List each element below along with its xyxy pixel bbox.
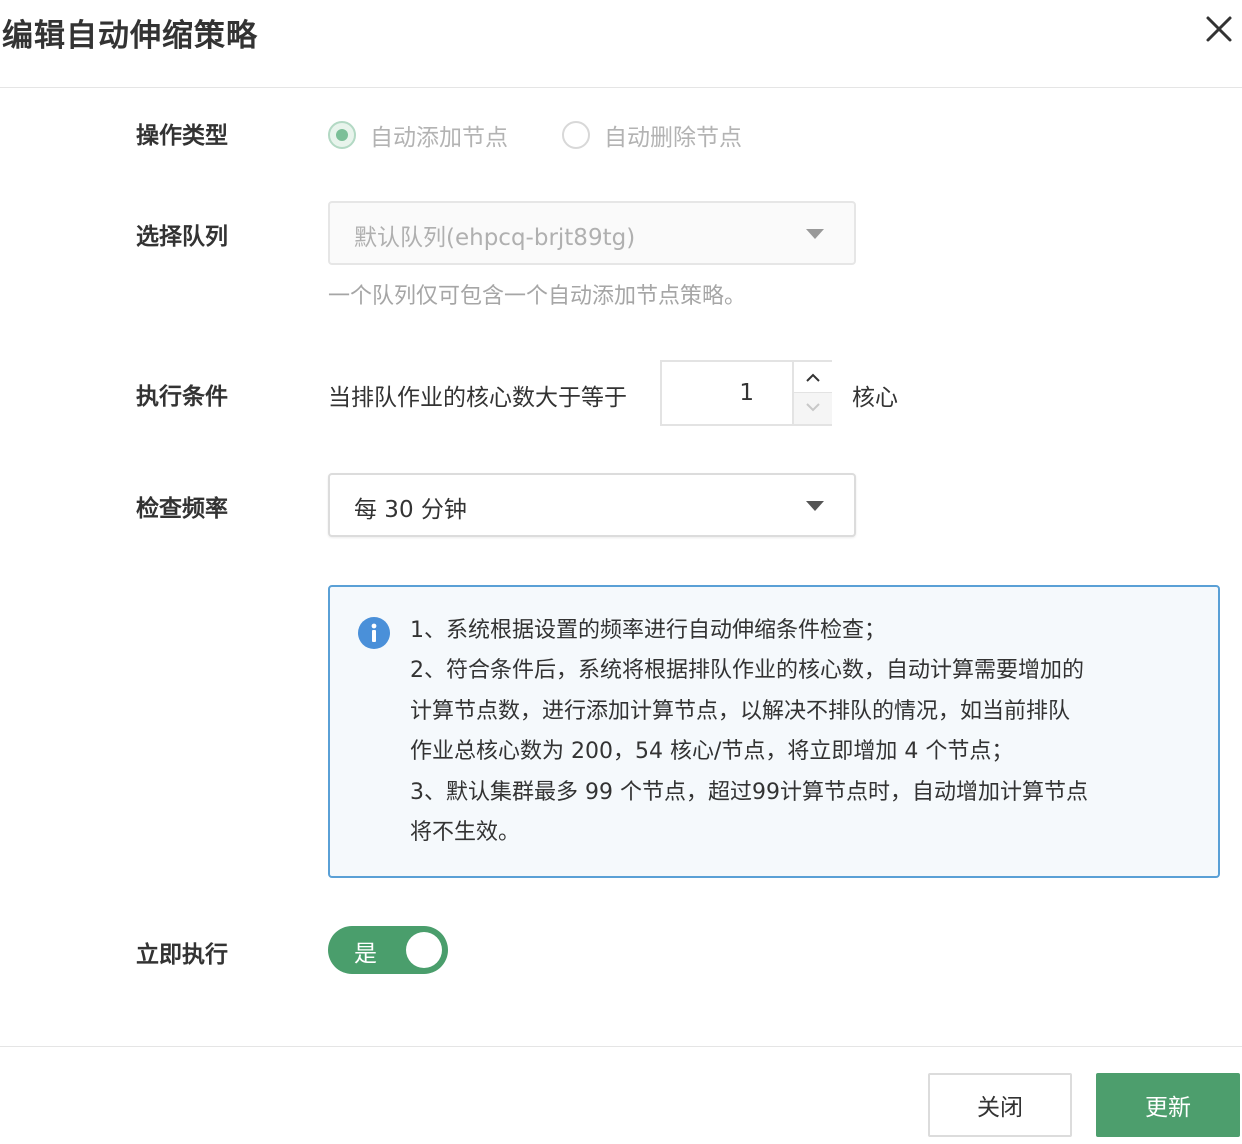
radio-auto-delete-label: 自动删除节点 <box>604 125 742 151</box>
info-line: 将不生效。 <box>410 820 521 846</box>
frequency-select[interactable]: 每 30 分钟 <box>328 473 856 537</box>
condition-prefix: 当排队作业的核心数大于等于 <box>328 385 627 411</box>
info-icon <box>358 617 390 649</box>
operation-type-label: 操作类型 <box>136 123 228 149</box>
radio-checked-icon <box>328 121 356 149</box>
core-count-input[interactable] <box>662 362 792 424</box>
info-line: 计算节点数，进行添加计算节点，以解决不排队的情况，如当前排队 <box>410 698 1071 724</box>
chevron-down-icon <box>806 403 820 412</box>
dialog-title: 编辑自动伸缩策略 <box>2 18 258 54</box>
condition-label: 执行条件 <box>136 384 228 410</box>
frequency-label: 检查频率 <box>136 496 228 522</box>
info-text: 1、系统根据设置的频率进行自动伸缩条件检查； 2、符合条件后，系统将根据排队作业… <box>410 611 1200 853</box>
radio-auto-delete[interactable]: 自动删除节点 <box>562 118 742 152</box>
decrement-button[interactable] <box>792 393 832 424</box>
queue-select[interactable]: 默认队列(ehpcq-brjt89tg) <box>328 201 856 265</box>
caret-down-icon <box>806 229 824 239</box>
increment-button[interactable] <box>792 362 832 393</box>
update-button[interactable]: 更新 <box>1096 1073 1240 1137</box>
info-line: 1、系统根据设置的频率进行自动伸缩条件检查； <box>410 618 886 643</box>
dialog-header: 编辑自动伸缩策略 <box>0 0 1242 88</box>
frequency-select-value: 每 30 分钟 <box>354 497 467 523</box>
toggle-knob <box>406 932 442 968</box>
radio-auto-add-label: 自动添加节点 <box>370 125 508 151</box>
caret-down-icon <box>806 501 824 511</box>
info-box: 1、系统根据设置的频率进行自动伸缩条件检查； 2、符合条件后，系统将根据排队作业… <box>328 585 1220 878</box>
close-icon[interactable] <box>1202 12 1236 46</box>
edit-autoscale-dialog: 编辑自动伸缩策略 操作类型 自动添加节点 自动删除节点 选择队列 默认队列(eh… <box>0 0 1242 1144</box>
close-button[interactable]: 关闭 <box>928 1073 1072 1137</box>
info-line: 2、符合条件后，系统将根据排队作业的核心数，自动计算需要增加的 <box>410 658 1084 684</box>
queue-label: 选择队列 <box>136 224 228 250</box>
core-count-stepper <box>660 360 832 426</box>
dialog-footer: 关闭 更新 <box>0 1046 1242 1144</box>
queue-select-value: 默认队列(ehpcq-brjt89tg) <box>354 225 636 251</box>
radio-auto-add[interactable]: 自动添加节点 <box>328 118 508 152</box>
radio-unchecked-icon <box>562 121 590 149</box>
execute-now-label: 立即执行 <box>136 942 228 968</box>
execute-now-toggle[interactable]: 是 <box>328 926 448 974</box>
toggle-text: 是 <box>354 941 377 967</box>
queue-hint: 一个队列仅可包含一个自动添加节点策略。 <box>328 284 747 309</box>
condition-unit: 核心 <box>852 385 898 411</box>
chevron-up-icon <box>806 373 820 382</box>
info-line: 作业总核心数为 200，54 核心/节点，将立即增加 4 个节点； <box>410 739 1014 765</box>
info-line: 3、默认集群最多 99 个节点，超过99计算节点时，自动增加计算节点 <box>410 779 1088 805</box>
